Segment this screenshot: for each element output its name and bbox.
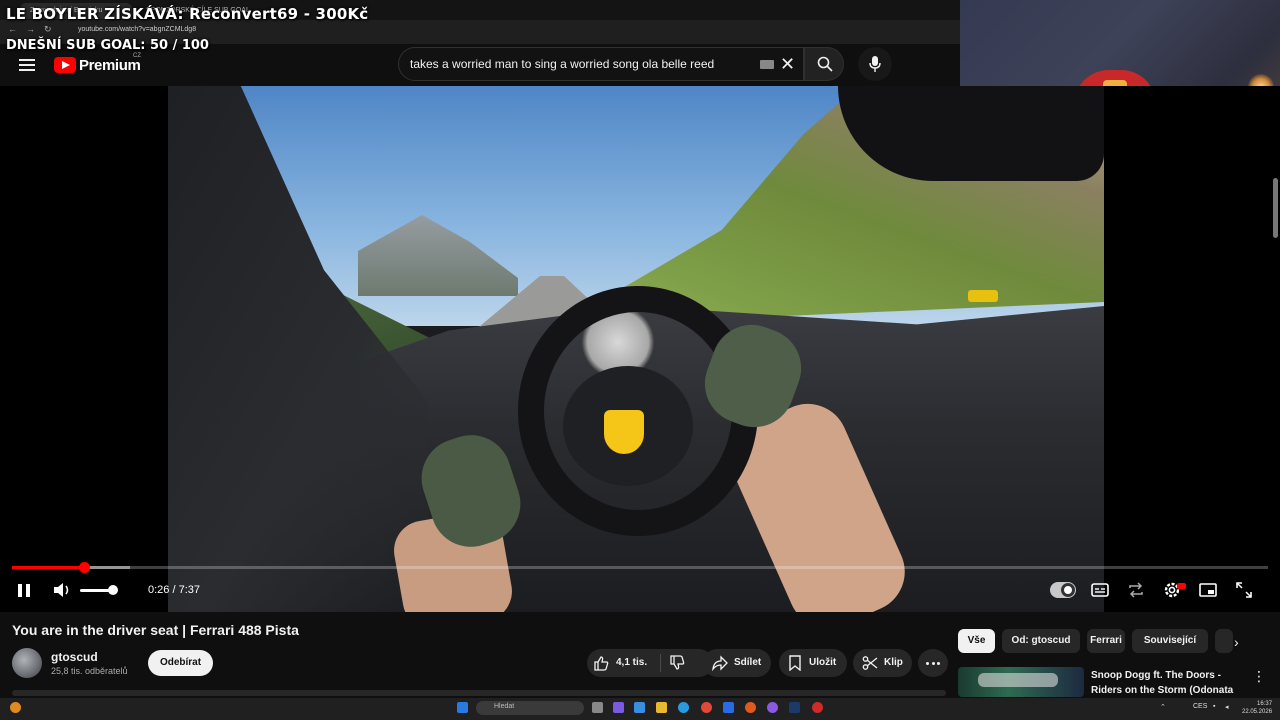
start-icon[interactable] bbox=[457, 702, 468, 713]
clock-date: 22.05.2026 bbox=[1242, 709, 1273, 715]
save-button[interactable]: Uložit bbox=[779, 649, 847, 677]
share-button[interactable]: Sdílet bbox=[703, 649, 771, 677]
miniplayer-icon[interactable] bbox=[1197, 580, 1219, 600]
dashboard-badge bbox=[968, 290, 998, 302]
youtube-play-icon bbox=[54, 57, 76, 73]
discord-icon[interactable] bbox=[767, 702, 778, 713]
clear-icon[interactable]: ✕ bbox=[780, 54, 795, 75]
chip-related[interactable]: Související bbox=[1132, 629, 1208, 653]
comments-divider bbox=[12, 690, 946, 696]
youtube-logo[interactable]: Premium bbox=[54, 56, 141, 74]
more-dot bbox=[926, 662, 929, 665]
fullscreen-icon[interactable] bbox=[1233, 580, 1255, 600]
network-icon[interactable]: ▪ bbox=[1213, 703, 1215, 710]
clock-time: 16:37 bbox=[1257, 701, 1273, 707]
subscribe-button[interactable]: Odebírat bbox=[148, 650, 213, 676]
like-dislike-group: 4,1 tis. bbox=[587, 649, 713, 677]
widgets-icon[interactable] bbox=[613, 702, 624, 713]
app-icon[interactable] bbox=[723, 702, 734, 713]
loop-icon[interactable] bbox=[1125, 580, 1147, 600]
share-label: Sdílet bbox=[734, 657, 762, 668]
kebab-menu-icon[interactable]: ⋮ bbox=[1252, 668, 1266, 685]
page-scrollbar[interactable] bbox=[1273, 178, 1278, 238]
dislike-icon[interactable] bbox=[669, 655, 685, 671]
chip-all[interactable]: Vše bbox=[958, 629, 995, 653]
share-icon bbox=[712, 655, 728, 671]
save-label: Uložit bbox=[809, 657, 837, 668]
like-count[interactable]: 4,1 tis. bbox=[616, 657, 647, 668]
weather-icon[interactable] bbox=[10, 702, 21, 713]
tray-chevron-icon[interactable]: ⌃ bbox=[1160, 703, 1166, 711]
task-view-icon[interactable] bbox=[592, 702, 603, 713]
like-separator bbox=[660, 654, 661, 672]
scrubber-handle[interactable] bbox=[78, 562, 90, 573]
progress-played bbox=[12, 566, 84, 569]
keyboard-icon[interactable] bbox=[760, 60, 774, 69]
back-icon[interactable]: ← bbox=[8, 24, 17, 34]
mic-button[interactable] bbox=[858, 47, 892, 81]
chrome-icon[interactable] bbox=[701, 702, 712, 713]
language-indicator[interactable]: CES bbox=[1193, 703, 1207, 710]
volume-icon[interactable] bbox=[52, 580, 74, 600]
hd-badge bbox=[1177, 583, 1186, 589]
recommendation-thumbnail[interactable] bbox=[958, 667, 1084, 697]
steam-icon[interactable] bbox=[789, 702, 800, 713]
more-dot bbox=[931, 662, 935, 665]
chip-ferrari[interactable]: Ferrari bbox=[1087, 629, 1125, 653]
region-label: CZ bbox=[133, 53, 141, 59]
chip-from-channel[interactable]: Od: gtoscud bbox=[1002, 629, 1080, 653]
channel-name[interactable]: gtoscud bbox=[51, 650, 98, 664]
forward-icon[interactable]: → bbox=[26, 24, 35, 34]
menu-icon[interactable] bbox=[19, 59, 35, 71]
chip-overflow[interactable] bbox=[1215, 629, 1233, 653]
reload-icon[interactable]: ↻ bbox=[44, 24, 52, 35]
search-button[interactable] bbox=[804, 47, 844, 81]
clock[interactable]: 16:37 22.05.2026 bbox=[1242, 700, 1272, 716]
channel-avatar[interactable] bbox=[12, 648, 42, 678]
subscriber-count: 25,8 tis. odběratelů bbox=[51, 666, 128, 676]
speaker-icon[interactable]: ◂ bbox=[1225, 703, 1229, 711]
search-icon bbox=[817, 56, 833, 72]
progress-bar[interactable] bbox=[12, 562, 1268, 573]
time-display: 0:26 / 7:37 bbox=[148, 584, 200, 596]
taskbar-search[interactable] bbox=[476, 701, 584, 715]
app-icon[interactable] bbox=[745, 702, 756, 713]
app-icon[interactable] bbox=[812, 702, 823, 713]
chevron-right-icon[interactable]: › bbox=[1234, 634, 1239, 650]
taskbar-search-placeholder: Hledat bbox=[494, 703, 515, 710]
more-dot bbox=[937, 662, 940, 665]
address-bar[interactable]: youtube.com/watch?v=abgnZCMLdg8 bbox=[78, 26, 196, 33]
mic-icon bbox=[869, 56, 881, 72]
screen: Zpravodajství Bez tisku SPONZORSKÉ CÍLE … bbox=[0, 0, 1280, 720]
clip-button[interactable]: Klip bbox=[853, 649, 912, 677]
pause-icon[interactable] bbox=[14, 580, 36, 600]
more-actions-button[interactable] bbox=[918, 649, 948, 677]
logo-text: Premium bbox=[79, 56, 141, 74]
sub-goal-text: DNEŠNÍ SUB GOAL: 50 / 100 bbox=[6, 38, 209, 53]
video-title: You are in the driver seat | Ferrari 488… bbox=[12, 622, 299, 638]
store-icon[interactable] bbox=[634, 702, 645, 713]
clip-label: Klip bbox=[884, 657, 903, 668]
like-icon[interactable] bbox=[593, 655, 609, 671]
ferrari-badge bbox=[604, 410, 644, 454]
search-input[interactable]: takes a worried man to sing a worried so… bbox=[410, 57, 714, 71]
subtitles-icon[interactable] bbox=[1089, 580, 1111, 600]
volume-knob[interactable] bbox=[108, 585, 118, 595]
autoplay-toggle[interactable] bbox=[1050, 582, 1076, 598]
bookmark-icon bbox=[789, 655, 801, 671]
edge-icon[interactable] bbox=[678, 702, 689, 713]
video-frame[interactable] bbox=[168, 86, 1104, 612]
stream-alert-text: LE BOYLER ZÍSKÁVÁ: Reconvert69 - 300Kč bbox=[6, 5, 369, 23]
explorer-icon[interactable] bbox=[656, 702, 667, 713]
scissors-icon bbox=[862, 656, 878, 670]
